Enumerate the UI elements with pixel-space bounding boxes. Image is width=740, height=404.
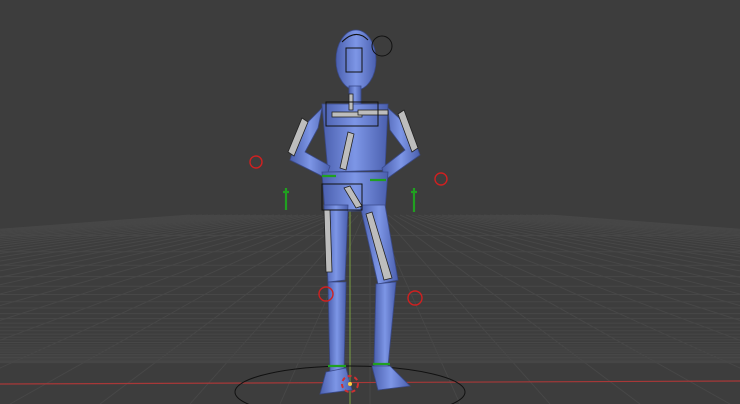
grid-line (99, 214, 353, 404)
grid-line (0, 214, 191, 230)
grid-line (0, 214, 311, 286)
grid-line (0, 214, 269, 251)
grid-line (393, 214, 731, 404)
grid-line (387, 214, 641, 404)
grid-line (471, 214, 740, 251)
grid-line (537, 214, 740, 232)
grid-line (459, 214, 740, 258)
grid-line (453, 214, 740, 262)
grid-line (429, 214, 740, 286)
grid-line (0, 214, 317, 295)
3d-viewport[interactable] (0, 0, 740, 404)
grid-line (381, 214, 551, 404)
grid-line (441, 214, 740, 272)
grid-line (0, 214, 299, 272)
viewport-canvas[interactable] (0, 0, 740, 404)
grid-line (0, 214, 287, 262)
grid-line (9, 214, 347, 404)
grid-line (0, 214, 281, 258)
grid-line (423, 214, 740, 295)
grid-line (549, 214, 740, 230)
grid-line (0, 214, 203, 232)
character-mesh[interactable] (289, 29, 421, 395)
